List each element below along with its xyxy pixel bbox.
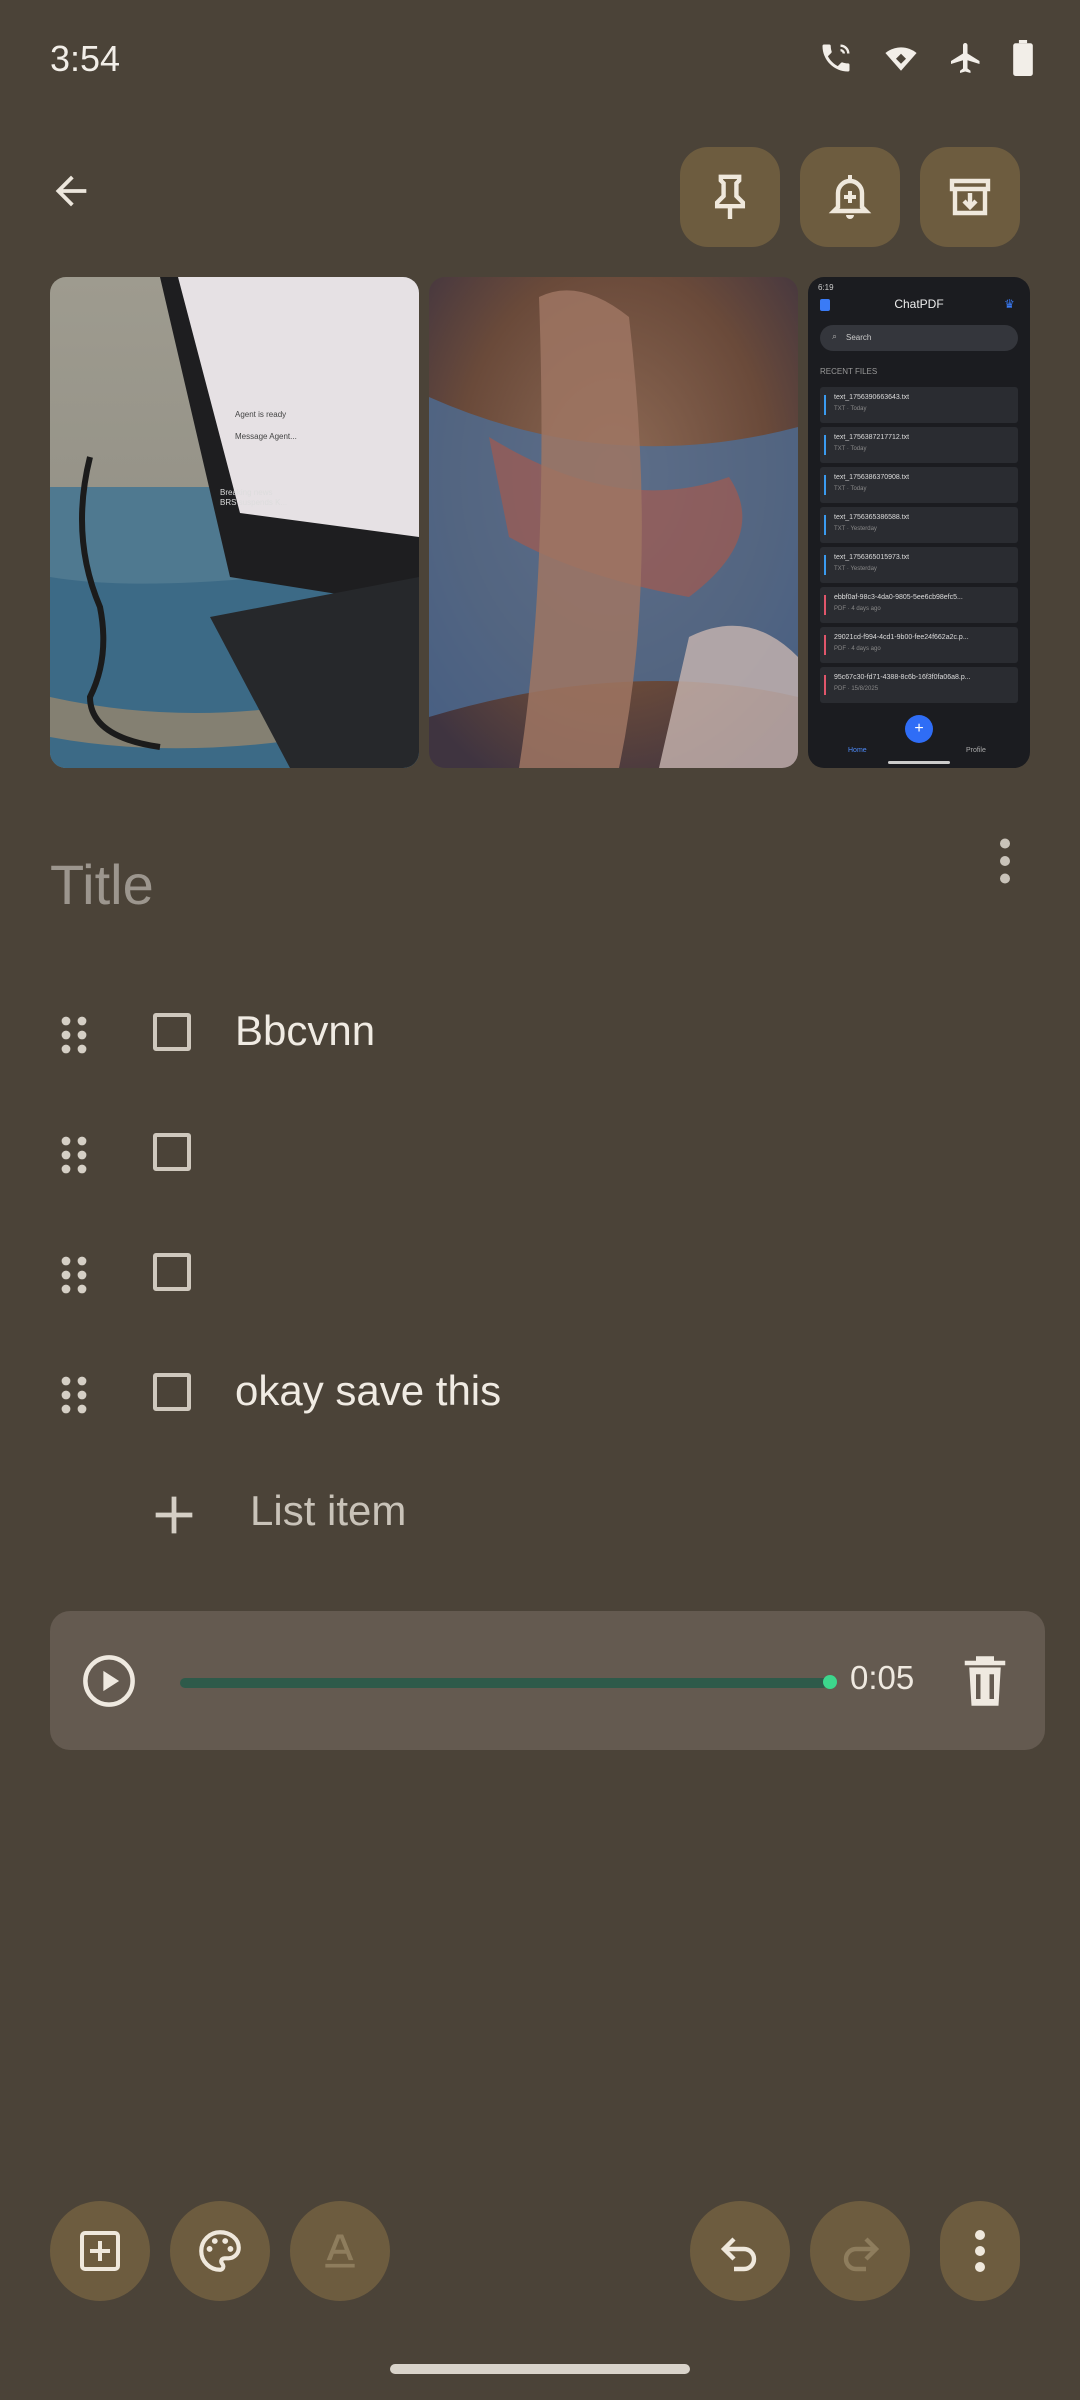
arrow-back-icon: [55, 175, 87, 207]
audio-progress-thumb[interactable]: [823, 1675, 837, 1689]
shot-nav-home: Home: [848, 747, 867, 754]
shot-fab: +: [905, 715, 933, 743]
redo-icon: [843, 2237, 880, 2272]
archive-button[interactable]: [920, 147, 1020, 247]
shot-search: ⌕ Search: [820, 325, 1018, 351]
undo-button[interactable]: [690, 2201, 790, 2301]
shot-file-row: text_1756386370908.txt TXT · Today: [820, 467, 1018, 503]
wifi-icon: [885, 47, 917, 71]
reminder-button[interactable]: [800, 147, 900, 247]
shot-section: RECENT FILES: [820, 367, 878, 376]
back-button[interactable]: [40, 160, 102, 222]
shot-file-row: text_1756365386588.txt TXT · Yesterday: [820, 507, 1018, 543]
checklist-item: okay save this: [0, 1343, 1080, 1443]
drag-handle-icon[interactable]: [60, 1015, 88, 1055]
note-options-button[interactable]: [990, 836, 1020, 886]
audio-progress-track[interactable]: [180, 1678, 828, 1688]
pin-icon: [714, 174, 746, 219]
shot-file-row: text_1756387217712.txt TXT · Today: [820, 427, 1018, 463]
archive-icon: [949, 178, 991, 216]
delete-icon[interactable]: [962, 1654, 1008, 1708]
add-list-item[interactable]: List item: [0, 1463, 1080, 1563]
gesture-handle[interactable]: [390, 2364, 690, 2374]
checklist-item: Bbcvnn: [0, 983, 1080, 1083]
shot-time: 6:19: [818, 283, 834, 292]
text-format-icon: [325, 2234, 355, 2268]
checkbox[interactable]: [153, 1133, 191, 1171]
plus-icon: [155, 1496, 193, 1534]
attachment-image-1[interactable]: Agent is ready Message Agent... Breaking…: [50, 277, 419, 768]
svg-text:BRS suspends K...: BRS suspends K...: [220, 498, 287, 507]
svg-text:Agent is ready: Agent is ready: [235, 410, 286, 419]
shot-file-row: ebbf0af-98c3-4da0-9805-5ee6cb98efc5... PD…: [820, 587, 1018, 623]
shot-nav-profile: Profile: [966, 747, 986, 754]
airplane-icon: [951, 43, 980, 73]
checklist-item-text[interactable]: okay save this: [235, 1367, 501, 1415]
drag-handle-icon[interactable]: [60, 1375, 88, 1415]
more-vert-icon: [975, 2230, 985, 2272]
checklist-item: [0, 1223, 1080, 1323]
checklist-item: [0, 1103, 1080, 1203]
status-time: 3:54: [50, 38, 121, 79]
palette-icon: [199, 2230, 241, 2272]
app-logo-icon: [820, 299, 830, 311]
add-list-item-label: List item: [250, 1487, 407, 1534]
checkbox[interactable]: [153, 1253, 191, 1291]
battery-icon: [1013, 40, 1033, 76]
shot-app-title: ChatPDF: [894, 297, 944, 311]
drag-handle-icon[interactable]: [60, 1255, 88, 1295]
shot-file-row: text_1756390663643.txt TXT · Today: [820, 387, 1018, 423]
status-icons: [818, 40, 1034, 76]
pin-button[interactable]: [680, 147, 780, 247]
shot-file-row: text_1756365015973.txt TXT · Yesterday: [820, 547, 1018, 583]
redo-button[interactable]: [810, 2201, 910, 2301]
bell-plus-icon: [828, 175, 872, 219]
shot-file-row: 29021cd-f994-4cd1-9b00-fee24f662a2c.p...…: [820, 627, 1018, 663]
text-format-button[interactable]: [290, 2201, 390, 2301]
more-vert-icon: [1000, 838, 1010, 884]
wifi-calling-icon: [822, 44, 850, 72]
audio-duration: 0:05: [850, 1659, 915, 1696]
checklist-item-text[interactable]: Bbcvnn: [235, 1007, 375, 1055]
checkbox[interactable]: [153, 1013, 191, 1051]
attachment-image-2[interactable]: [429, 277, 798, 768]
more-options-button[interactable]: [940, 2201, 1020, 2301]
checkbox[interactable]: [153, 1373, 191, 1411]
svg-text:Message Agent...: Message Agent...: [235, 432, 297, 441]
crown-icon: ♛: [1004, 297, 1015, 311]
svg-text:Breaking news: Breaking news: [220, 488, 272, 497]
title-field[interactable]: Title: [50, 852, 154, 917]
audio-player: 0:05: [50, 1611, 1045, 1750]
background-options-button[interactable]: [170, 2201, 270, 2301]
add-box-icon: [80, 2231, 120, 2271]
undo-icon: [720, 2237, 757, 2272]
shot-home-handle: [888, 761, 950, 764]
shot-file-row: 95c67c30-fd71-4388-8c6b-16f3f0fa06a8.p..…: [820, 667, 1018, 703]
attachment-image-3[interactable]: 6:19 ChatPDF ♛ ⌕ Search RECENT FILES tex…: [808, 277, 1030, 768]
play-icon[interactable]: [82, 1654, 136, 1708]
shot-file-list: text_1756390663643.txt TXT · Today text_1…: [820, 387, 1018, 707]
drag-handle-icon[interactable]: [60, 1135, 88, 1175]
add-content-button[interactable]: [50, 2201, 150, 2301]
